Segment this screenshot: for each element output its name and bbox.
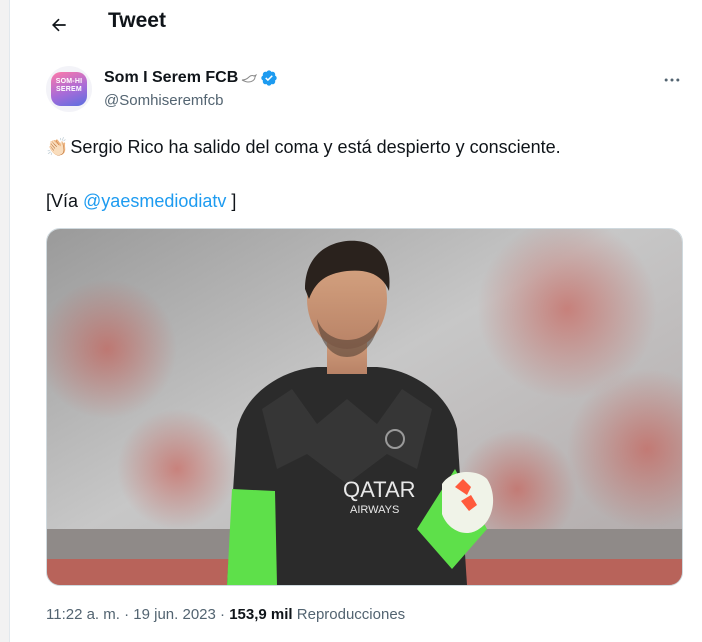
mention-link[interactable]: @yaesmediodiatv xyxy=(83,191,226,211)
back-button[interactable] xyxy=(44,10,74,40)
tweet-page: Tweet SOM-HI SEREM Som I Serem FCB @Somh… xyxy=(9,0,702,642)
page-title: Tweet xyxy=(108,9,166,32)
tweet-body: Sergio Rico ha salido del coma y está de… xyxy=(70,137,561,157)
clapping-hands-emoji: 👏🏻 xyxy=(46,137,69,157)
avatar-text-line1: SOM-HI xyxy=(55,78,83,85)
more-options-button[interactable] xyxy=(658,66,686,94)
tweet-media-image[interactable]: QATAR AIRWAYS xyxy=(46,228,683,586)
shirt-sponsor-line2: AIRWAYS xyxy=(350,504,399,516)
verified-badge-icon xyxy=(261,70,277,86)
avatar[interactable]: SOM-HI SEREM xyxy=(46,66,92,112)
views-count[interactable]: 153,9 mil xyxy=(229,606,292,623)
via-suffix: ] xyxy=(226,191,237,211)
meta-separator-2: · xyxy=(220,606,226,623)
tweet-meta: 11:22 a. m. · 19 jun. 2023 · 153,9 mil R… xyxy=(46,606,405,623)
more-dots-icon xyxy=(664,78,680,82)
shirt-sponsor-line1: QATAR xyxy=(343,477,416,502)
meta-separator: · xyxy=(124,606,130,623)
tweet-date[interactable]: 19 jun. 2023 xyxy=(133,606,216,623)
tweet-via-line: [Vía @yaesmediodiatv ] xyxy=(46,189,236,213)
avatar-text-line2: SEREM xyxy=(56,86,82,93)
tweet-author: SOM-HI SEREM Som I Serem FCB @Somhiserem… xyxy=(46,66,686,116)
page-header: Tweet xyxy=(10,0,702,50)
author-display-name[interactable]: Som I Serem FCB xyxy=(104,69,238,87)
via-prefix: [Vía xyxy=(46,191,84,211)
author-name-row[interactable]: Som I Serem FCB xyxy=(104,69,278,87)
bird-icon xyxy=(242,73,258,83)
views-label: Reproducciones xyxy=(296,606,406,623)
author-handle[interactable]: @Somhiseremfcb xyxy=(104,92,223,109)
goalkeeper-photo: QATAR AIRWAYS xyxy=(47,229,682,585)
tweet-time[interactable]: 11:22 a. m. xyxy=(46,606,120,623)
arrow-left-icon xyxy=(52,18,66,32)
tweet-text: 👏🏻 Sergio Rico ha salido del coma y está… xyxy=(46,135,686,159)
